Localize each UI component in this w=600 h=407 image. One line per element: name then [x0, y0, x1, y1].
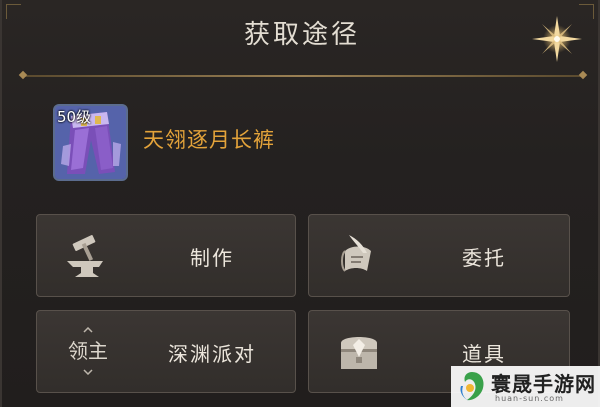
source-label: 委托 [462, 246, 506, 270]
acquisition-dialog: 获取途径 50级 天翎逐月长裤 制作 委托 领主 深渊派对 道具 寰晟手游网 h… [0, 0, 600, 407]
source-label: 深渊派对 [168, 342, 256, 366]
title-divider [22, 75, 584, 77]
watermark-url: huan-sun.com [495, 394, 564, 403]
item-name: 天翎逐月长裤 [143, 128, 275, 152]
treasure-chest-icon [341, 337, 377, 369]
scroll-quill-icon [341, 235, 371, 272]
watermark-brand: 寰晟手游网 [491, 372, 596, 396]
item-level-badge: 50级 [57, 108, 92, 126]
source-abyss-party-button[interactable]: 领主 深渊派对 [36, 310, 296, 393]
dialog-title: 获取途径 [243, 20, 360, 50]
source-commission-button[interactable]: 委托 [308, 214, 570, 297]
site-watermark: 寰晟手游网 huan-sun.com [451, 366, 600, 407]
site-logo-icon [460, 372, 484, 401]
source-label: 制作 [190, 246, 234, 270]
item-icon[interactable]: 50级 [53, 104, 128, 181]
star-close-icon [532, 16, 582, 62]
source-label: 道具 [462, 342, 506, 366]
close-button[interactable] [530, 14, 584, 64]
anvil-hammer-icon [67, 235, 103, 277]
source-craft-button[interactable]: 制作 [36, 214, 296, 297]
chevron-down-icon [83, 369, 93, 375]
